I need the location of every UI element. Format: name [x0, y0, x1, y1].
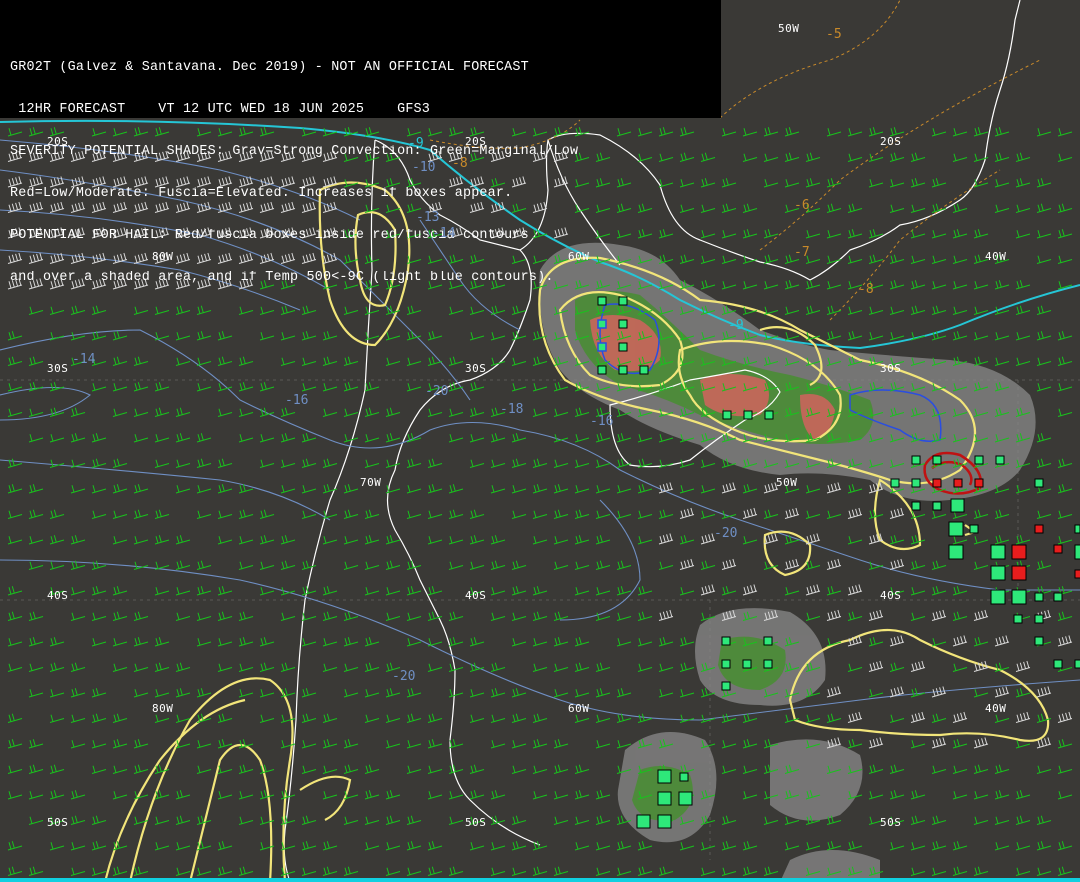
- temp-label: -20: [714, 526, 738, 541]
- header-line-4: Red=Low/Moderate: Fuscia=Elevated. Incre…: [10, 187, 513, 201]
- forecast-header: GR02T (Galvez & Santavana. Dec 2019) - N…: [0, 0, 721, 285]
- orange-contour-label: -5: [826, 27, 842, 42]
- bottom-border: [0, 878, 1080, 882]
- lat-label-50s: 50S: [880, 816, 902, 829]
- temp-label: -16: [285, 393, 309, 408]
- header-line-2: 12HR FORECAST VT 12 UTC WED 18 JUN 2025 …: [10, 103, 431, 117]
- lat-label-50s: 50S: [465, 816, 487, 829]
- orange-contour-label: -8: [452, 156, 468, 171]
- lon-label-60w: 60W: [568, 702, 590, 715]
- orange-contour-label: -6: [794, 198, 810, 213]
- lat-label-30s: 30S: [465, 362, 487, 375]
- temp-label: -16: [590, 414, 614, 429]
- cyan-contour-label: -9: [408, 136, 424, 151]
- lat-label-40s: 40S: [47, 589, 69, 602]
- temp-label: -20: [425, 384, 449, 399]
- lon-label-80w: 80W: [152, 250, 174, 263]
- lon-label-70w: 70W: [360, 476, 382, 489]
- lat-label-20s: 20S: [880, 135, 902, 148]
- lon-label-60w: 60W: [568, 250, 590, 263]
- lon-label-40w: 40W: [985, 250, 1007, 263]
- lat-label-50s: 50S: [47, 816, 69, 829]
- lon-label-80w: 80W: [152, 702, 174, 715]
- temp-label: -20: [392, 669, 416, 684]
- temp-label: -14: [72, 352, 96, 367]
- lat-label-20s: 20S: [465, 135, 487, 148]
- lat-label-40s: 40S: [880, 589, 902, 602]
- temp-label: -13: [416, 210, 440, 225]
- lon-label-40w: 40W: [985, 702, 1007, 715]
- lat-label-30s: 30S: [47, 362, 69, 375]
- lat-label-30s: 30S: [880, 362, 902, 375]
- cyan-contour-label: -9: [728, 318, 744, 333]
- header-line-1: GR02T (Galvez & Santavana. Dec 2019) - N…: [10, 61, 529, 75]
- lat-label-40s: 40S: [465, 589, 487, 602]
- orange-contour-label: -8: [858, 282, 874, 297]
- orange-contour-label: -7: [794, 245, 810, 260]
- lon-label-50w: 50W: [778, 22, 800, 35]
- lat-label-20s: 20S: [47, 135, 69, 148]
- header-line-3: SEVERITY POTENTIAL SHADES: Grav=Strong C…: [10, 145, 579, 159]
- lon-label-50w: 50W: [776, 476, 798, 489]
- temp-label: -14: [432, 226, 456, 241]
- temp-label: -18: [500, 402, 524, 417]
- temp-label: -10: [412, 160, 436, 175]
- header-line-6: and over a shaded area, and if Temp 500<…: [10, 271, 554, 285]
- header-line-5: POTENTIAL FOR HAIL: Red/fuscia boxes ins…: [10, 229, 529, 243]
